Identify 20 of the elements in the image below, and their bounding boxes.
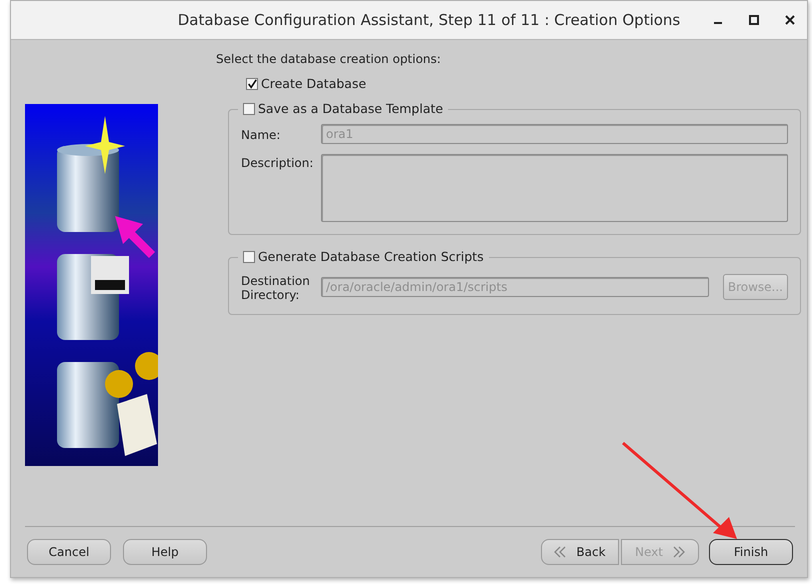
checkbox[interactable]	[243, 250, 255, 262]
checkbox[interactable]	[246, 78, 258, 90]
checkbox[interactable]	[243, 102, 255, 114]
double-right-chevron-icon	[672, 546, 685, 558]
dialog-button[interactable]: Finish	[709, 539, 793, 565]
checkbox-label[interactable]: Save as a Database Template	[258, 101, 444, 116]
window-title: Database Configuration Assistant, Step 11 of 11 : Creation Options	[178, 11, 680, 29]
close-icon[interactable]	[785, 15, 795, 25]
checkbox-label[interactable]: Generate Database Creation Scripts	[258, 249, 484, 264]
double-left-chevron-icon	[554, 546, 566, 558]
dialog-button[interactable]: Help	[123, 539, 207, 565]
maximize-icon[interactable]	[749, 15, 759, 25]
field-label: Description:	[241, 156, 314, 170]
instruction-text: Select the database creation options:	[216, 52, 442, 66]
description-field[interactable]	[321, 154, 788, 222]
checkbox-label[interactable]: Create Database	[261, 76, 366, 91]
dialog-button[interactable]: Back	[541, 539, 619, 565]
dialog-button[interactable]: Cancel	[27, 539, 111, 565]
field-label: Name:	[241, 128, 282, 142]
field-label: Destination Directory:	[241, 274, 311, 302]
